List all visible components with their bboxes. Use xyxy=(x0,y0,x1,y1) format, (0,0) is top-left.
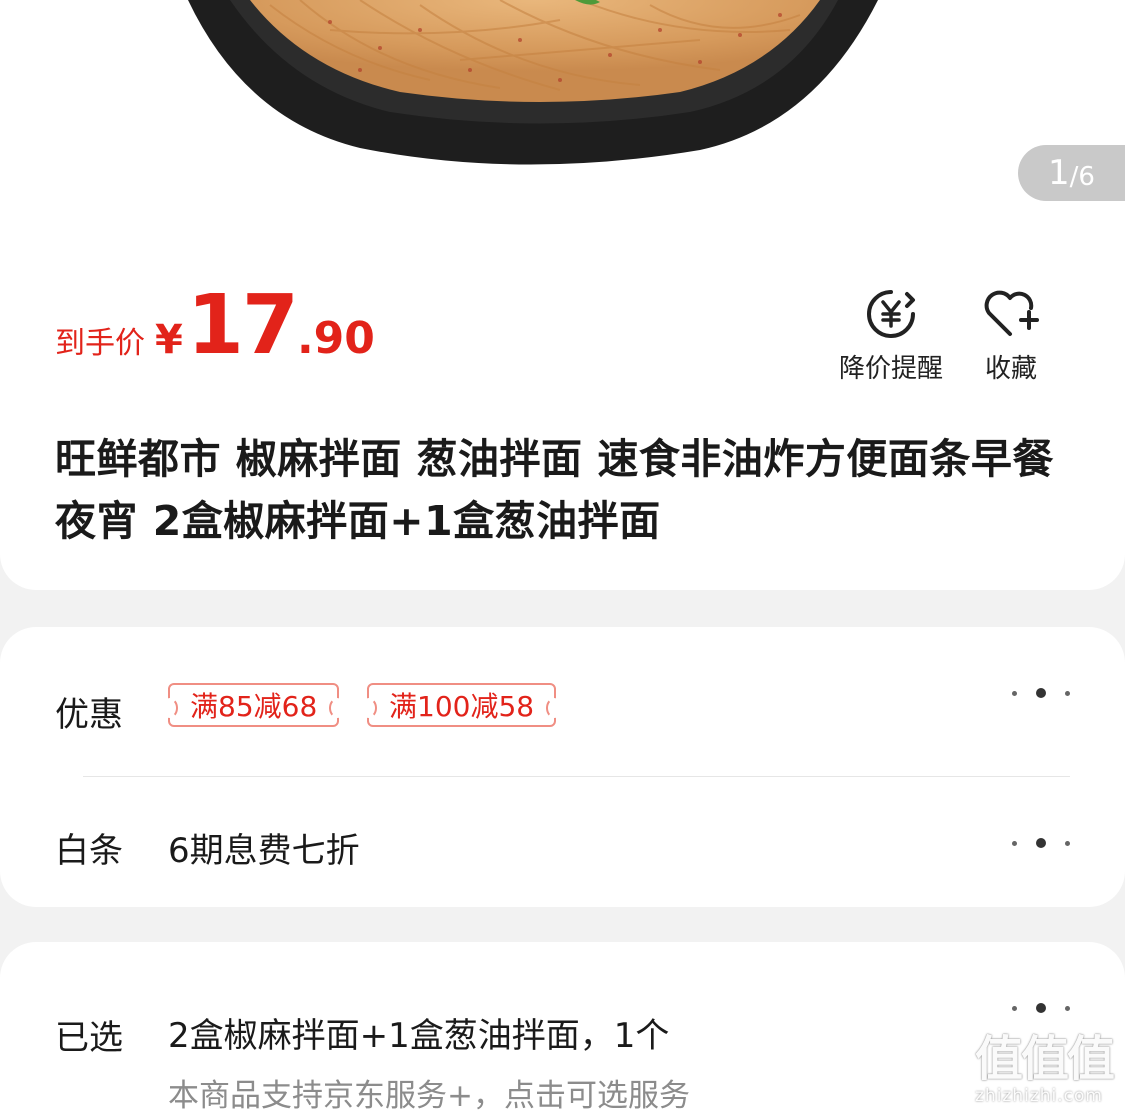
image-counter-current: 1 xyxy=(1048,153,1070,193)
watermark-domain: zhizhizhi.com xyxy=(975,1086,1103,1106)
favorite-label: 收藏 xyxy=(984,354,1037,384)
price-decimal: .90 xyxy=(296,313,375,364)
baitiao-value[interactable]: 6期息费七折 xyxy=(168,823,360,872)
noodle-bowl-image xyxy=(188,0,878,165)
image-counter-total: /6 xyxy=(1069,162,1095,192)
coupon-tag[interactable]: 满85减68 xyxy=(161,683,346,727)
selection-card[interactable]: 已选 2盒椒麻拌面+1盒葱油拌面，1个 本商品支持京东服务+，点击可选服务 xyxy=(0,942,1125,1115)
service-note: 本商品支持京东服务+，点击可选服务 xyxy=(168,1078,690,1114)
heart-plus-icon xyxy=(984,290,1039,336)
product-title: 旺鲜都市 椒麻拌面 葱油拌面 速食非油炸方便面条早餐夜宵 2盒椒麻拌面+1盒葱油… xyxy=(55,435,1054,545)
price-alert-label: 降价提醒 xyxy=(838,354,943,384)
promotions-card: 优惠 满85减68 满100减58 白条 6期息费七折 xyxy=(0,627,1125,907)
selection-value: 2盒椒麻拌面+1盒葱油拌面，1个 xyxy=(168,1016,670,1056)
product-detail-page: 1 /6 到手价 ¥ 17 .90 降价提醒 收藏 旺鲜都市 椒麻拌面 葱油拌面… xyxy=(0,0,1125,1115)
price-label: 到手价 xyxy=(55,326,145,361)
price-alert-button[interactable]: 降价提醒 xyxy=(836,288,946,385)
price-integer: 17 xyxy=(186,278,299,373)
yen-bell-icon xyxy=(867,290,915,338)
divider xyxy=(83,776,1070,777)
product-summary-card: 1 /6 到手价 ¥ 17 .90 降价提醒 收藏 旺鲜都市 椒麻拌面 葱油拌面… xyxy=(0,0,1125,590)
promotions-label: 优惠 xyxy=(55,695,123,735)
watermark-logo: 值值值 xyxy=(975,1031,1115,1087)
price-currency: ¥ xyxy=(155,317,183,363)
selection-label: 已选 xyxy=(55,1018,123,1058)
selection-more-icon[interactable] xyxy=(1012,1000,1070,1016)
product-image[interactable]: 1 /6 xyxy=(0,0,1125,230)
image-counter: 1 /6 xyxy=(1018,145,1125,201)
baitiao-label: 白条 xyxy=(55,831,123,871)
site-watermark: 值值值 zhizhizhi.com xyxy=(975,1030,1125,1115)
price-row: 到手价 ¥ 17 .90 xyxy=(55,285,375,367)
favorite-button[interactable]: 收藏 xyxy=(978,288,1044,385)
baitiao-more-icon[interactable] xyxy=(1012,835,1070,851)
coupon-tag[interactable]: 满100减58 xyxy=(360,683,563,727)
promotions-more-icon[interactable] xyxy=(1012,685,1070,701)
